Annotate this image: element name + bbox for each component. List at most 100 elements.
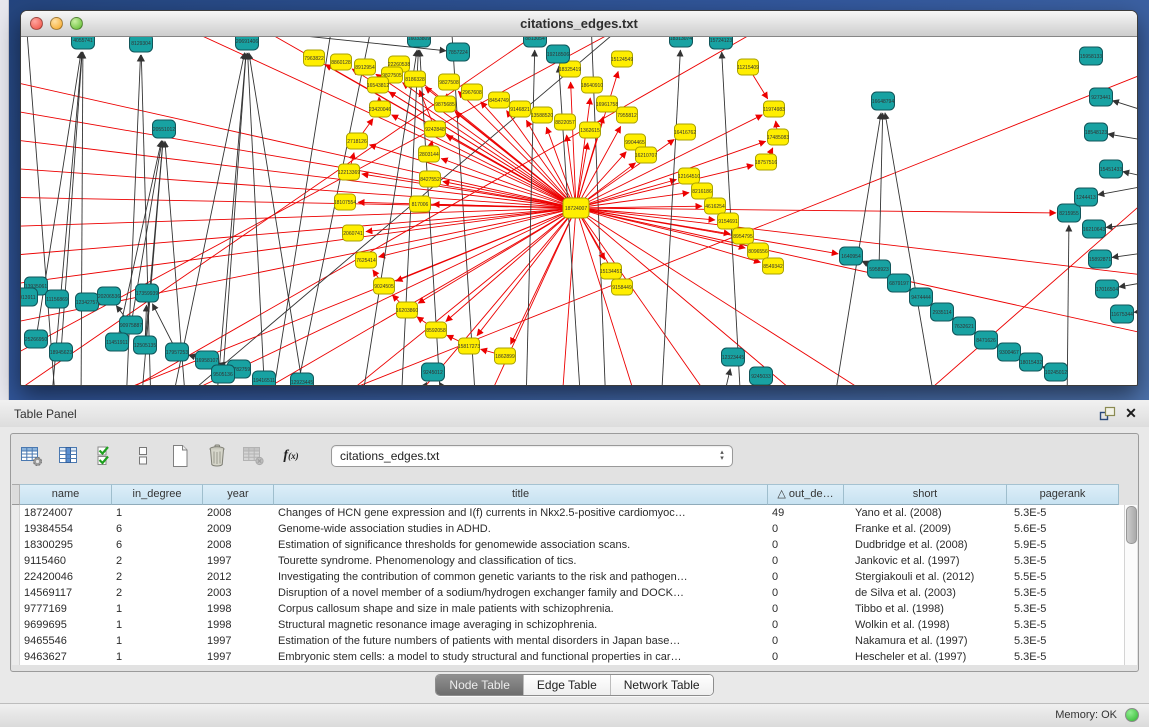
graph-node[interactable]: 16648794: [872, 92, 895, 110]
graph-node[interactable]: 8216186: [692, 183, 713, 199]
column-header-1[interactable]: in_degree: [112, 484, 203, 505]
float-panel-icon[interactable]: [1099, 406, 1117, 422]
graph-node[interactable]: 19218506: [547, 45, 570, 63]
graph-node[interactable]: 1362615: [580, 122, 601, 138]
table-row[interactable]: 946362711997Embryonic stem cells: a mode…: [12, 649, 1124, 665]
graph-node[interactable]: 9827508: [439, 74, 460, 90]
graph-node[interactable]: 12342757: [76, 293, 99, 311]
table-row[interactable]: 2242004622012Investigating the contribut…: [12, 569, 1124, 585]
tab-node-table[interactable]: Node Table: [436, 675, 523, 695]
graph-node[interactable]: 12923445: [291, 373, 314, 385]
graph-node[interactable]: 8860128: [331, 54, 352, 70]
graph-node[interactable]: 20206536: [98, 287, 121, 305]
zoom-window-button[interactable]: [70, 17, 83, 30]
minimize-window-button[interactable]: [50, 17, 63, 30]
table-row[interactable]: 1872400712008Changes of HCN gene express…: [12, 505, 1124, 521]
graph-node[interactable]: 16210707: [635, 147, 657, 163]
column-header-6[interactable]: pagerank: [1007, 484, 1119, 505]
graph-node[interactable]: 18724007: [563, 198, 589, 218]
graph-node[interactable]: 8096556: [748, 243, 769, 259]
network-canvas[interactable]: 1872400779638228860128891295422260538982…: [21, 37, 1137, 385]
graph-node[interactable]: 17359939: [136, 284, 159, 302]
graph-node[interactable]: 25266950: [25, 330, 48, 348]
graph-node[interactable]: 15892871: [1089, 250, 1112, 268]
column-visibility-button[interactable]: [56, 444, 82, 468]
select-rows-button[interactable]: [93, 444, 119, 468]
graph-node[interactable]: 9158449: [612, 279, 633, 295]
graph-node[interactable]: 2967608: [462, 84, 483, 100]
graph-node[interactable]: 11974983: [763, 101, 785, 117]
graph-node[interactable]: 8954795: [733, 228, 754, 244]
graph-node[interactable]: 8454749: [489, 92, 510, 108]
graph-node[interactable]: 18313074: [670, 37, 693, 47]
graph-node[interactable]: 4055741: [72, 37, 95, 49]
window-titlebar[interactable]: citations_edges.txt: [21, 11, 1137, 37]
graph-node[interactable]: 15451433: [1100, 160, 1123, 178]
table-row[interactable]: 977716911998Corpus callosum shape and si…: [12, 601, 1124, 617]
graph-node[interactable]: 12213369: [338, 164, 360, 180]
graph-node[interactable]: 16210643: [1083, 220, 1106, 238]
column-header-3[interactable]: title: [274, 484, 768, 505]
graph-node[interactable]: 8592058: [426, 322, 447, 338]
table-settings-button[interactable]: [19, 444, 45, 468]
table-row[interactable]: 911546021997Tourette syndrome. Phenomeno…: [12, 553, 1124, 569]
graph-node[interactable]: 8427552: [420, 171, 441, 187]
graph-node[interactable]: 15817273: [458, 338, 480, 354]
graph-node[interactable]: 16416762: [674, 124, 696, 140]
graph-node[interactable]: 7963822: [304, 50, 325, 66]
column-header-2[interactable]: year: [203, 484, 274, 505]
graph-node[interactable]: 2718126: [347, 133, 368, 149]
graph-node[interactable]: 7857224: [447, 43, 470, 61]
graph-node[interactable]: 9273441: [1090, 88, 1113, 106]
graph-node[interactable]: 20551012: [153, 120, 176, 138]
graph-node[interactable]: 17957253: [166, 343, 189, 361]
graph-node[interactable]: 7955812: [617, 107, 638, 123]
tab-edge-table[interactable]: Edge Table: [523, 675, 610, 695]
graph-node[interactable]: 12505135: [134, 336, 157, 354]
graph-node[interactable]: 9024505: [374, 278, 395, 294]
table-row[interactable]: 1830029562008Estimation of significance …: [12, 537, 1124, 553]
table-scrollbar[interactable]: [1124, 505, 1137, 665]
column-header-5[interactable]: short: [844, 484, 1007, 505]
graph-node[interactable]: 17016504: [1096, 280, 1119, 298]
graph-node[interactable]: 90975887: [120, 316, 143, 334]
graph-node[interactable]: 11451911: [106, 333, 129, 351]
graph-node[interactable]: 2935114: [931, 303, 954, 321]
delete-column-button[interactable]: [204, 444, 230, 468]
graph-node[interactable]: 1244413: [1075, 188, 1098, 206]
graph-node[interactable]: 8912954: [355, 59, 376, 75]
graph-node[interactable]: 16033809: [408, 37, 431, 47]
graph-node[interactable]: 8471626: [975, 331, 998, 349]
graph-node[interactable]: 4616254: [705, 198, 726, 214]
table-selector-dropdown[interactable]: citations_edges.txt ▴▾: [331, 445, 733, 467]
column-header-4[interactable]: △ out_de…: [768, 484, 844, 505]
citation-network-graph[interactable]: 1872400779638228860128891295422260538982…: [21, 37, 1137, 385]
graph-node[interactable]: 18757516: [755, 154, 777, 170]
graph-node[interactable]: 9300467: [998, 343, 1021, 361]
graph-node[interactable]: 10245012: [1045, 363, 1068, 381]
graph-node[interactable]: 16203860: [396, 302, 418, 318]
graph-node[interactable]: 7632621: [953, 317, 976, 335]
graph-node[interactable]: 8813054: [524, 37, 547, 47]
graph-node[interactable]: 9875685: [435, 96, 456, 112]
graph-node[interactable]: 9242848: [425, 121, 446, 137]
column-header-0[interactable]: name: [20, 484, 112, 505]
graph-node[interactable]: 23420046: [369, 101, 391, 117]
table-row[interactable]: 1938455462009Genome-wide association stu…: [12, 521, 1124, 537]
graph-node[interactable]: 6879197: [888, 274, 911, 292]
graph-node[interactable]: 15958133: [1080, 47, 1103, 65]
graph-node[interactable]: 18640910: [581, 77, 603, 93]
graph-node[interactable]: 11215409: [737, 59, 759, 75]
scrollbar-thumb[interactable]: [1126, 506, 1137, 544]
graph-node[interactable]: 8186328: [405, 71, 426, 87]
tab-network-table[interactable]: Network Table: [610, 675, 713, 695]
graph-node[interactable]: 8215955: [1058, 204, 1081, 222]
graph-node[interactable]: 1640954: [840, 247, 863, 265]
graph-node[interactable]: 5958923: [868, 260, 891, 278]
graph-node[interactable]: 20691406: [236, 37, 259, 50]
graph-node[interactable]: 11675344: [1111, 305, 1134, 323]
graph-node[interactable]: 15724123: [710, 37, 733, 49]
graph-node[interactable]: 8129304: [130, 37, 153, 52]
graph-node[interactable]: 9474444: [910, 288, 933, 306]
graph-node[interactable]: 19416511: [253, 371, 276, 385]
